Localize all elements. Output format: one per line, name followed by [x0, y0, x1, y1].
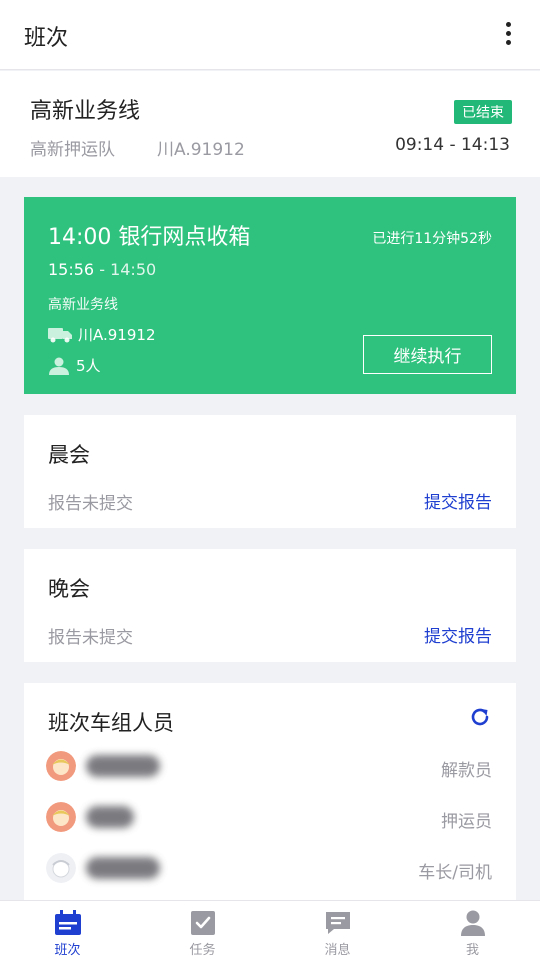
task-time-range: 15:56 - 14:50: [48, 260, 156, 279]
task-vehicle-plate: 川A.91912: [78, 326, 156, 344]
tab-tasks[interactable]: 任务: [135, 901, 270, 960]
more-vertical-icon[interactable]: [504, 22, 512, 48]
crew-member-role: 解款员: [441, 761, 492, 781]
tab-label: 消息: [324, 943, 351, 958]
morning-meeting-card: 晨会 报告未提交 提交报告: [24, 415, 516, 528]
crew-member-name: [86, 857, 160, 879]
task-people: 5人: [48, 355, 101, 376]
task-vehicle: 川A.91912: [48, 324, 155, 345]
report-status: 报告未提交: [48, 628, 133, 648]
bottom-tab-bar: 班次 任务 消息 我: [0, 900, 540, 960]
crew-title: 班次车组人员: [48, 711, 174, 735]
current-task-card[interactable]: 14:00 银行网点收箱 已进行11分钟52秒 15:56 - 14:50 高新…: [24, 197, 516, 394]
crew-member-name: [86, 755, 160, 777]
calendar-icon: [54, 910, 81, 935]
tab-label: 任务: [189, 943, 216, 958]
page-title: 班次: [24, 26, 69, 51]
shift-route: 高新业务线: [30, 99, 141, 124]
refresh-icon[interactable]: [468, 705, 492, 729]
submit-report-button[interactable]: 提交报告: [424, 488, 492, 513]
tab-me[interactable]: 我: [405, 901, 540, 960]
crew-member-role: 押运员: [441, 812, 492, 832]
tab-label: 我: [465, 943, 479, 958]
task-end: 14:50: [110, 260, 157, 279]
shift-plate: 川A.91912: [157, 140, 245, 160]
crew-member-row[interactable]: 解款员: [24, 747, 516, 787]
status-badge: 已结束: [454, 100, 512, 124]
task-elapsed: 已进行11分钟52秒: [372, 231, 492, 247]
crew-member-row[interactable]: 车长/司机: [24, 849, 516, 889]
meeting-title: 晨会: [48, 443, 90, 467]
female-avatar-icon: [46, 802, 76, 832]
task-start: 15:56: [48, 260, 95, 279]
crew-member-row[interactable]: 押运员: [24, 798, 516, 838]
app-bar: 班次: [0, 0, 540, 70]
tab-shift[interactable]: 班次: [0, 901, 135, 960]
crew-member-name: [86, 806, 134, 828]
shift-summary: 高新业务线 已结束 高新押运队 川A.91912 09:14 - 14:13: [0, 71, 540, 177]
crew-member-role: 车长/司机: [418, 863, 492, 883]
shift-time-range: 09:14 - 14:13: [395, 135, 510, 155]
task-line: 高新业务线: [48, 297, 118, 313]
tab-label: 班次: [54, 943, 81, 958]
task-time-separator: -: [94, 260, 111, 279]
message-icon: [325, 912, 350, 934]
task-name: 14:00 银行网点收箱: [48, 225, 251, 250]
shift-team: 高新押运队: [30, 140, 115, 160]
report-status: 报告未提交: [48, 494, 133, 514]
person-icon: [49, 357, 69, 375]
continue-button[interactable]: 继续执行: [363, 335, 492, 374]
person-icon: [460, 910, 485, 936]
tab-messages[interactable]: 消息: [270, 901, 405, 960]
evening-meeting-card: 晚会 报告未提交 提交报告: [24, 549, 516, 662]
truck-icon: [48, 327, 72, 342]
task-people-count: 5人: [76, 357, 101, 375]
meeting-title: 晚会: [48, 577, 90, 601]
crew-card: 班次车组人员 解款员 押运员 车长/司机: [24, 683, 516, 901]
submit-report-button[interactable]: 提交报告: [424, 622, 492, 647]
female-avatar-icon: [46, 751, 76, 781]
checkbox-icon: [190, 911, 215, 935]
male-avatar-icon: [46, 853, 76, 883]
